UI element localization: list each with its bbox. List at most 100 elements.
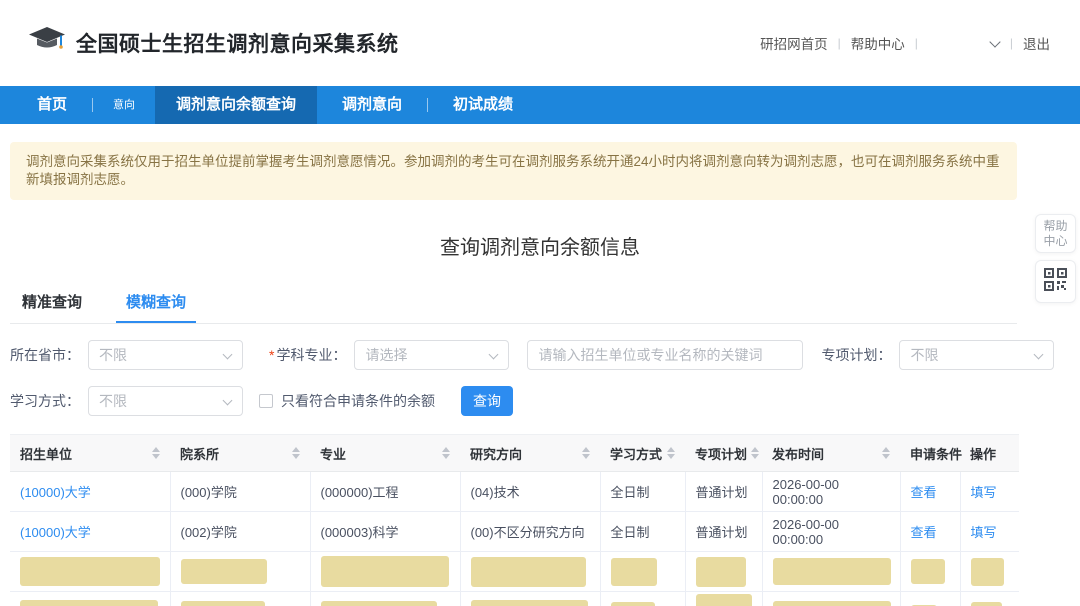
link-divider: | [915,36,918,50]
study-mode-cell: 全日制 [600,512,685,552]
redacted-text [181,601,265,606]
sort-icon[interactable] [751,447,759,459]
col-header-condition: 申请条件 [900,435,960,472]
redacted-text [971,602,1002,606]
plan-select[interactable]: 不限 [899,340,1054,370]
publish-time-cell: 2026-00-00 00:00:00 [762,472,900,512]
graduation-cap-icon [28,26,66,61]
major-cell: (000000)工程 [310,472,460,512]
view-condition-link[interactable]: 查看 [911,525,937,540]
plan-cell: 普通计划 [685,472,762,512]
chevron-down-icon [1034,351,1043,360]
table-row: (10000)大学 (002)学院 (000003)科学 (00)不区分研究方向… [10,512,1019,552]
floating-qr-button[interactable] [1035,260,1076,303]
table-row-redacted [10,552,1019,592]
table-header-row: 招生单位 院系所 专业 研究方向 学习方式 专项计划 发布时间 申请条件 操作 [10,435,1019,472]
redacted-text [321,556,449,587]
sort-icon[interactable] [582,447,590,459]
redacted-text [773,601,891,606]
floating-widgets: 帮助中心 [1035,214,1076,303]
link-divider: | [1010,36,1013,50]
nav-item-balance-query[interactable]: 调剂意向余额查询 [155,86,317,124]
app-title: 全国硕士生招生调剂意向采集系统 [76,28,399,58]
plan-cell: 普通计划 [685,512,762,552]
col-header-direction[interactable]: 研究方向 [460,435,600,472]
redacted-text [696,557,746,587]
redacted-text [471,557,586,587]
redacted-text [20,600,158,606]
unit-link[interactable]: (10000)大学 [20,525,91,540]
sort-icon[interactable] [442,447,450,459]
study-mode-cell: 全日制 [600,472,685,512]
redacted-text [611,558,657,586]
col-header-plan[interactable]: 专项计划 [685,435,762,472]
redacted-text [911,559,945,584]
redacted-text [773,558,891,585]
main-nav: 首页 意向 调剂意向余额查询 调剂意向 初试成绩 [0,86,1080,124]
col-header-study-mode[interactable]: 学习方式 [600,435,685,472]
redacted-text [181,559,267,584]
province-select-value: 不限 [99,345,127,365]
col-header-unit[interactable]: 招生单位 [10,435,170,472]
redacted-text [20,557,160,586]
help-center-link[interactable]: 帮助中心 [851,33,905,53]
search-button[interactable]: 查询 [461,386,513,416]
redacted-text [971,558,1004,586]
sort-icon[interactable] [292,447,300,459]
unit-link[interactable]: (10000)大学 [20,485,91,500]
view-condition-link[interactable]: 查看 [911,485,937,500]
direction-cell: (00)不区分研究方向 [460,512,600,552]
province-select[interactable]: 不限 [88,340,243,370]
chevron-down-icon [223,397,232,406]
col-header-publish-time[interactable]: 发布时间 [762,435,900,472]
tab-fuzzy-query[interactable]: 模糊查询 [116,283,196,323]
brand: 全国硕士生招生调剂意向采集系统 [28,26,399,61]
col-header-college[interactable]: 院系所 [170,435,310,472]
username-slot [928,35,980,51]
link-divider: | [838,36,841,50]
col-header-major[interactable]: 专业 [310,435,460,472]
results-table: 招生单位 院系所 专业 研究方向 学习方式 专项计划 发布时间 申请条件 操作 … [10,434,1019,606]
eligible-only-checkbox[interactable] [259,394,273,408]
redacted-text [321,601,437,606]
subject-select-value: 请选择 [365,345,407,365]
query-tabs: 精准查询 模糊查询 [10,283,1017,324]
redacted-text [471,600,588,606]
table-row: (10000)大学 (000)学院 (000000)工程 (04)技术 全日制 … [10,472,1019,512]
study-mode-select-value: 不限 [99,391,127,411]
page-title: 查询调剂意向余额信息 [10,231,1070,260]
fill-link[interactable]: 填写 [971,485,997,500]
redacted-text [696,594,752,606]
subject-label: *学科专业： [269,345,346,365]
major-cell: (000003)科学 [310,512,460,552]
study-mode-label: 学习方式： [10,391,80,411]
app-header: 全国硕士生招生调剂意向采集系统 研招网首页 | 帮助中心 | | 退出 [0,0,1080,86]
tab-precise-query[interactable]: 精准查询 [12,283,92,323]
qr-code-icon [1044,268,1067,296]
publish-time-cell: 2026-00-00 00:00:00 [762,512,900,552]
nav-item-intention-small[interactable]: 意向 [93,86,155,124]
floating-help-center-button[interactable]: 帮助中心 [1035,214,1076,253]
plan-select-value: 不限 [910,345,938,365]
nav-item-adjust-intention[interactable]: 调剂意向 [317,86,427,124]
chevron-down-icon[interactable] [990,36,1000,46]
nav-item-exam-score[interactable]: 初试成绩 [428,86,538,124]
sort-icon[interactable] [152,447,160,459]
col-header-action: 操作 [960,435,1019,472]
sort-icon[interactable] [882,447,890,459]
nav-item-home[interactable]: 首页 [12,86,92,124]
keyword-input[interactable] [527,340,803,370]
chevron-down-icon [489,351,498,360]
filter-row-2: 学习方式： 不限 只看符合申请条件的余额 查询 [10,386,1070,416]
sort-icon[interactable] [667,447,675,459]
logout-link[interactable]: 退出 [1023,33,1050,53]
main-content: 调剂意向采集系统仅用于招生单位提前掌握考生调剂意愿情况。参加调剂的考生可在调剂服… [0,142,1080,606]
study-mode-select[interactable]: 不限 [88,386,243,416]
subject-select[interactable]: 请选择 [354,340,509,370]
notice-banner: 调剂意向采集系统仅用于招生单位提前掌握考生调剂意愿情况。参加调剂的考生可在调剂服… [10,142,1017,200]
filter-row-1: 所在省市： 不限 *学科专业： 请选择 专项计划： 不限 [10,340,1070,370]
eligible-only-label[interactable]: 只看符合申请条件的余额 [281,391,435,411]
fill-link[interactable]: 填写 [971,525,997,540]
yanzhao-home-link[interactable]: 研招网首页 [760,33,828,53]
direction-cell: (04)技术 [460,472,600,512]
